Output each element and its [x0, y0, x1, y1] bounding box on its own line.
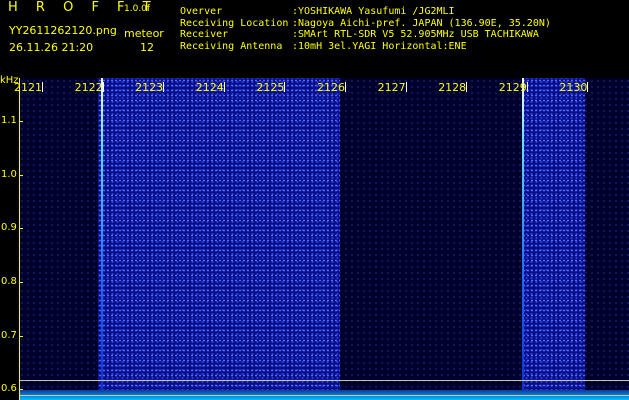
- info-key: Receiving Antenna: [180, 40, 283, 52]
- x-tick: [163, 82, 165, 92]
- info-value: :Nagoya Aichi-pref. JAPAN (136.90E, 35.2…: [292, 17, 551, 29]
- noise-band: [521, 78, 586, 400]
- x-tick-label: 2129: [498, 81, 527, 94]
- meteor-count: 12: [140, 41, 154, 54]
- reference-line: [19, 394, 629, 396]
- x-tick-label: 2121: [14, 81, 42, 94]
- y-tick: [19, 335, 23, 337]
- y-tick: [19, 120, 23, 122]
- x-tick: [466, 82, 468, 92]
- y-tick-label: 1.1: [1, 114, 17, 126]
- x-tick-label: 2128: [438, 81, 467, 94]
- x-tick-label: 2127: [377, 81, 406, 94]
- y-tick: [19, 228, 23, 230]
- x-tick-label: 2126: [317, 81, 345, 94]
- info-value: :YOSHIKAWA Yasufumi /JG2MLI: [292, 6, 455, 17]
- meteor-echo: [100, 78, 103, 400]
- reference-line: [19, 380, 629, 382]
- x-tick: [405, 82, 407, 92]
- y-tick: [19, 389, 23, 391]
- x-tick-label: 2123: [135, 81, 164, 94]
- meteor-echo: [521, 78, 524, 400]
- x-tick: [345, 82, 346, 92]
- spectrogram: [19, 78, 629, 400]
- y-tick: [19, 174, 23, 176]
- y-axis-line: [19, 78, 20, 400]
- y-tick-label: 0.6: [1, 383, 17, 395]
- info-value: :SMArt RTL-SDR V5 52.905MHz USB TACHIKAW…: [292, 29, 539, 40]
- x-tick: [223, 82, 225, 92]
- y-tick-label: 1.0: [1, 168, 17, 180]
- x-tick: [42, 82, 43, 92]
- file-name: YY2611262120.png: [9, 24, 117, 37]
- y-tick-label: 0.8: [1, 275, 17, 287]
- y-tick-label: 0.7: [1, 329, 17, 341]
- x-tick-label: 2130: [559, 81, 588, 94]
- x-tick: [526, 82, 528, 92]
- info-key: Receiver: [180, 29, 229, 40]
- y-tick: [19, 281, 23, 283]
- info-key: Receiving Location: [180, 17, 289, 29]
- x-tick-label: 2124: [195, 81, 224, 94]
- y-tick-label: 0.9: [1, 222, 17, 234]
- x-tick-label: 2125: [256, 81, 285, 94]
- x-tick: [102, 82, 104, 92]
- x-tick: [587, 82, 589, 92]
- x-tick: [284, 82, 286, 92]
- x-tick-label: 2122: [74, 81, 103, 94]
- info-key: Overver: [180, 6, 223, 17]
- meteor-label: meteor: [124, 27, 164, 40]
- info-value: :10mH 3el.YAGI Horizontal:ENE: [292, 40, 467, 52]
- date-time: 26.11.26 21:20: [9, 41, 94, 54]
- noise-band: [97, 78, 340, 400]
- app-version: 1.0.0f: [124, 4, 151, 14]
